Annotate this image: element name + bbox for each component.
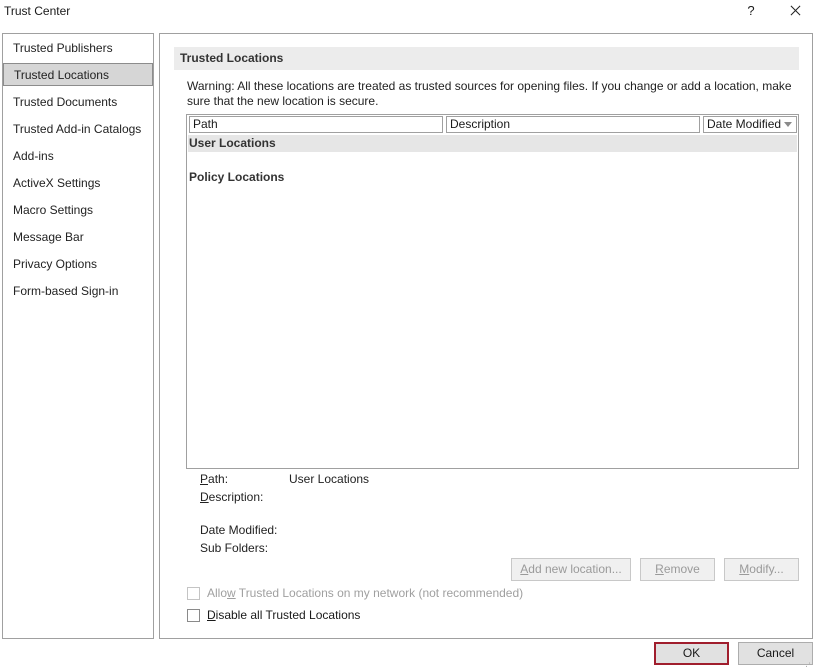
sidebar-item-add-ins[interactable]: Add-ins <box>3 145 153 168</box>
date-modified-label: Date Modified: <box>200 523 278 537</box>
sidebar-item-trusted-publishers[interactable]: Trusted Publishers <box>3 37 153 60</box>
warning-text: Warning: All these locations are treated… <box>187 79 792 108</box>
description-label: Description: <box>200 490 264 504</box>
disable-all-checkbox[interactable] <box>187 609 200 622</box>
ok-button[interactable]: OK <box>654 642 729 665</box>
category-sidebar: Trusted Publishers Trusted Locations Tru… <box>2 33 154 639</box>
cancel-button[interactable]: Cancel <box>738 642 813 665</box>
column-header-date-modified[interactable]: Date Modified <box>703 116 797 133</box>
sort-arrow-icon <box>784 122 792 127</box>
allow-network-checkbox[interactable] <box>187 587 200 600</box>
close-icon[interactable] <box>782 0 810 22</box>
remove-button[interactable]: Remove <box>640 558 715 581</box>
group-policy-locations[interactable]: Policy Locations <box>188 169 797 186</box>
path-value: User Locations <box>289 472 370 486</box>
disable-all-label: Disable all Trusted Locations <box>207 608 361 622</box>
sidebar-item-trusted-documents[interactable]: Trusted Documents <box>3 91 153 114</box>
column-header-path[interactable]: Path <box>189 116 443 133</box>
column-header-date-modified-label: Date Modified <box>707 117 782 131</box>
add-location-button[interactable]: Add new location... <box>511 558 631 581</box>
allow-network-label: Allow Trusted Locations on my network (n… <box>207 586 524 600</box>
section-title: Trusted Locations <box>174 47 799 70</box>
resize-grip-icon[interactable]: ⋰ <box>805 658 815 668</box>
column-header-description[interactable]: Description <box>446 116 700 133</box>
help-button[interactable]: ? <box>740 0 762 22</box>
sidebar-item-trusted-locations[interactable]: Trusted Locations <box>3 63 153 86</box>
sidebar-item-form-based-sign-in[interactable]: Form-based Sign-in <box>3 280 153 303</box>
trusted-locations-list[interactable]: Path Description Date Modified User Loca… <box>186 114 799 469</box>
group-user-locations[interactable]: User Locations <box>188 135 797 152</box>
title-bar: Trust Center ? <box>0 0 817 24</box>
modify-button[interactable]: Modify... <box>724 558 799 581</box>
window-title: Trust Center <box>4 4 71 18</box>
sidebar-item-trusted-add-in-catalogs[interactable]: Trusted Add-in Catalogs <box>3 118 153 141</box>
content-panel: Trusted Locations Warning: All these loc… <box>159 33 813 639</box>
path-label: Path: <box>200 472 229 486</box>
sidebar-item-message-bar[interactable]: Message Bar <box>3 226 153 249</box>
sidebar-item-activex-settings[interactable]: ActiveX Settings <box>3 172 153 195</box>
sub-folders-label: Sub Folders: <box>200 541 269 555</box>
sidebar-item-privacy-options[interactable]: Privacy Options <box>3 253 153 276</box>
sidebar-item-macro-settings[interactable]: Macro Settings <box>3 199 153 222</box>
